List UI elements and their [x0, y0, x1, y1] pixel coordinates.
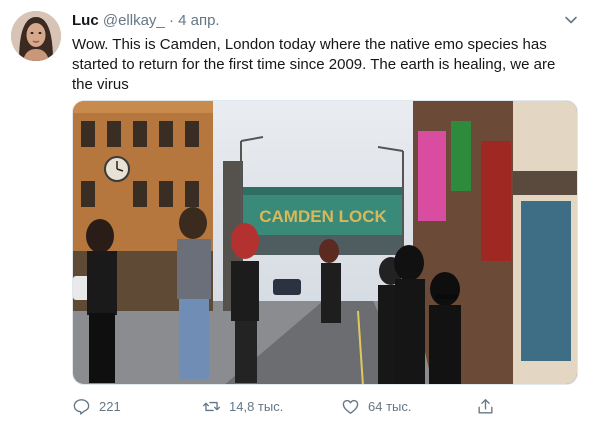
tweet-actions: 221 14,8 тыс. 64 тыс. [72, 394, 502, 418]
share-icon [478, 398, 493, 414]
tweet-card[interactable]: Luc @ellkay_ · 4 апр. Wow. This is Camde… [0, 0, 596, 428]
tweet-date[interactable]: 4 апр. [178, 12, 219, 29]
share-button[interactable] [476, 394, 495, 418]
bridge-sign-text: CAMDEN LOCK [259, 207, 387, 226]
like-button[interactable]: 64 тыс. [341, 394, 411, 418]
tweet-text: Wow. This is Camden, London today where … [72, 36, 556, 93]
separator-dot: · [168, 12, 174, 29]
retweet-icon [202, 401, 221, 411]
reply-count: 221 [99, 398, 121, 414]
avatar[interactable] [11, 11, 61, 61]
author-handle[interactable]: @ellkay_ [103, 12, 165, 29]
author-name[interactable]: Luc [72, 12, 99, 29]
reply-button[interactable]: 221 [72, 394, 121, 418]
heart-icon [342, 399, 359, 414]
chevron-down-icon[interactable] [564, 13, 578, 27]
tweet-image[interactable]: CAMDEN LOCK [72, 100, 578, 385]
like-count: 64 тыс. [368, 398, 412, 414]
retweet-button[interactable]: 14,8 тыс. [202, 394, 283, 418]
tweet-header: Luc @ellkay_ · 4 апр. [72, 11, 220, 31]
retweet-count: 14,8 тыс. [229, 398, 284, 414]
reply-icon [73, 398, 90, 415]
